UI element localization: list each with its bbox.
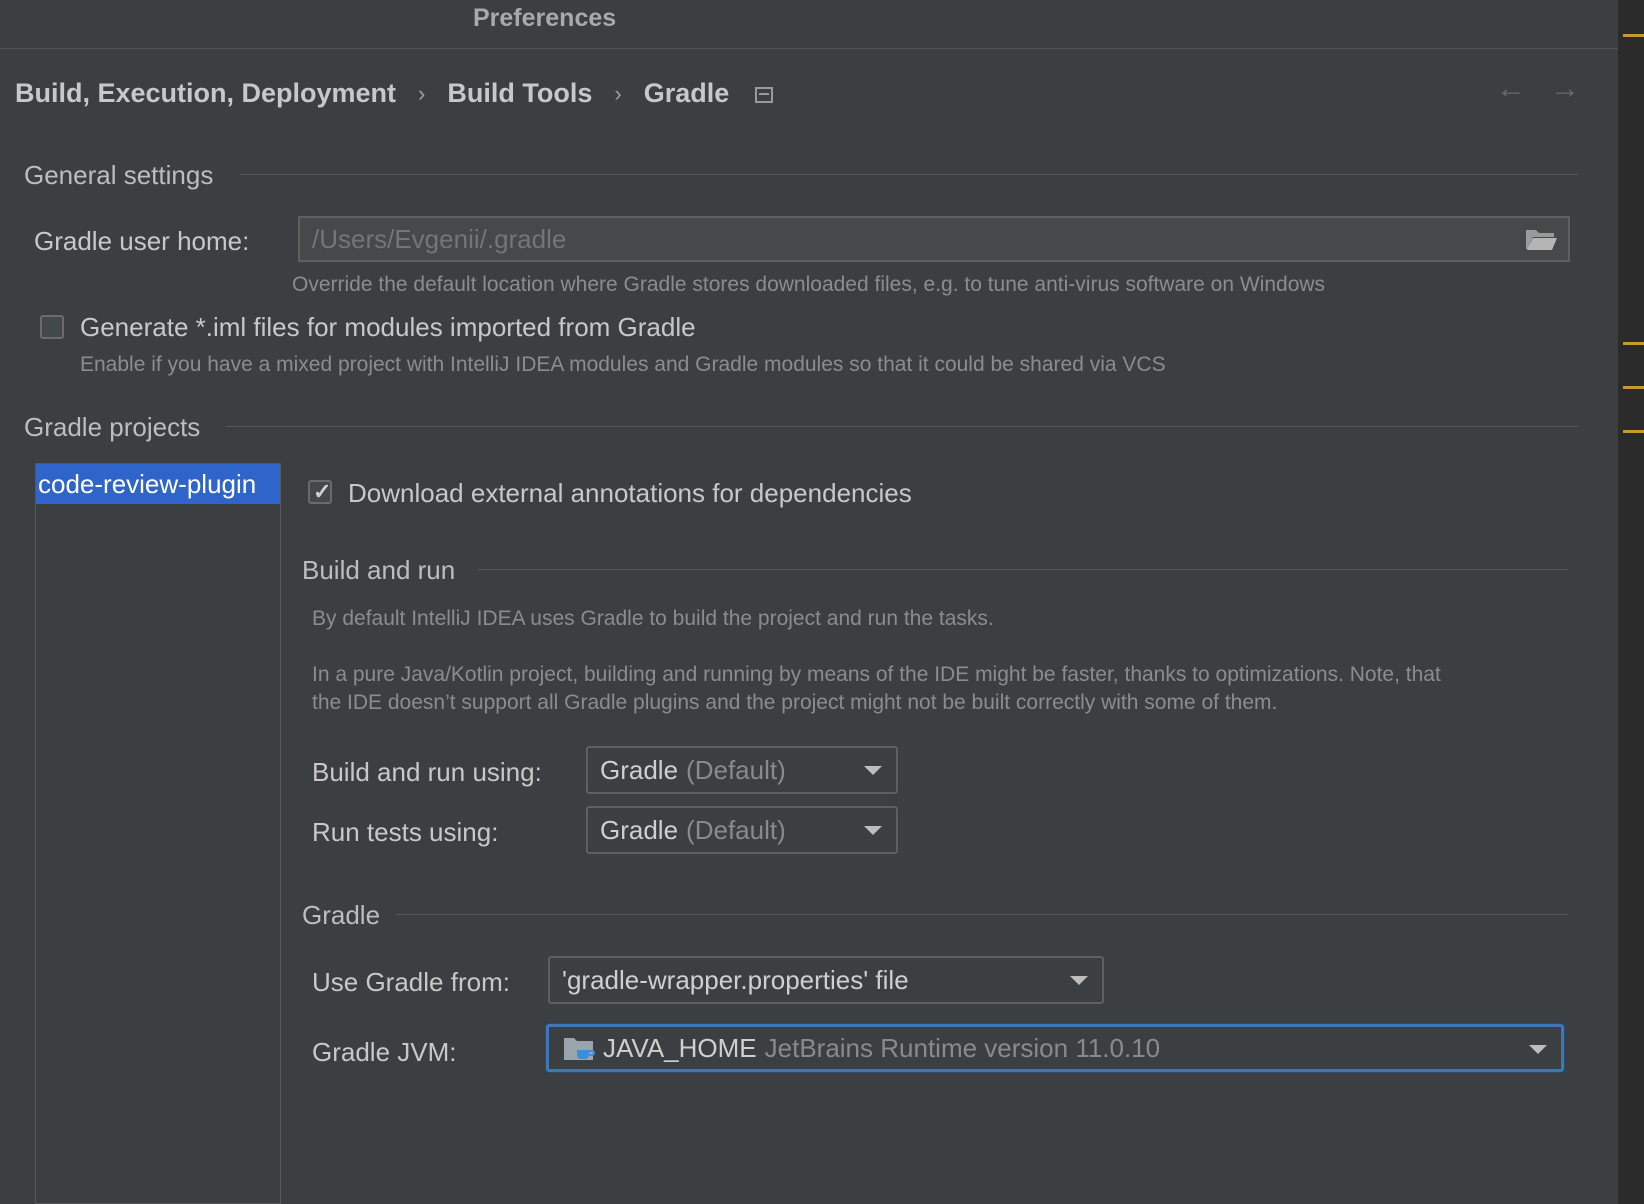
gradle-jvm-label: Gradle JVM: bbox=[312, 1037, 457, 1067]
breadcrumb-separator: › bbox=[614, 80, 622, 106]
chevron-down-icon bbox=[1529, 1045, 1547, 1054]
generate-iml-checkbox[interactable] bbox=[40, 315, 64, 339]
chevron-down-icon bbox=[1070, 976, 1088, 985]
project-item-code-review-plugin[interactable]: code-review-plugin bbox=[36, 464, 280, 504]
back-arrow-icon[interactable]: ← bbox=[1496, 72, 1526, 106]
forward-arrow-icon[interactable]: → bbox=[1550, 72, 1580, 106]
generate-iml-label[interactable]: Generate *.iml files for modules importe… bbox=[80, 312, 696, 343]
run-tests-using-select[interactable]: Gradle (Default) bbox=[586, 806, 898, 854]
download-annotations-checkbox[interactable]: ✓ bbox=[308, 479, 332, 504]
title-bar: Preferences bbox=[0, 0, 1618, 49]
build-and-run-note-line2: the IDE doesn’t support all Gradle plugi… bbox=[312, 691, 1278, 714]
gutter-marker bbox=[1623, 34, 1644, 37]
gradle-jvm-detail: JetBrains Runtime version 11.0.10 bbox=[764, 1032, 1161, 1063]
run-tests-using-default: (Default) bbox=[686, 814, 786, 845]
run-tests-using-label: Run tests using: bbox=[312, 817, 499, 847]
gradle-user-home-input[interactable] bbox=[312, 218, 1462, 260]
use-gradle-from-label: Use Gradle from: bbox=[312, 967, 510, 997]
build-and-run-using-default: (Default) bbox=[686, 754, 786, 785]
breadcrumb: Build, Execution, Deployment › Build Too… bbox=[15, 78, 774, 109]
editor-gutter-strip bbox=[1619, 0, 1644, 1204]
generate-iml-hint: Enable if you have a mixed project with … bbox=[80, 353, 1166, 376]
gradle-user-home-hint: Override the default location where Grad… bbox=[292, 273, 1326, 296]
run-tests-using-value: Gradle bbox=[600, 814, 679, 845]
gutter-marker bbox=[1623, 386, 1644, 389]
build-and-run-title: Build and run bbox=[302, 555, 456, 585]
build-and-run-using-label: Build and run using: bbox=[312, 757, 542, 787]
breadcrumb-item-build-execution-deployment[interactable]: Build, Execution, Deployment bbox=[15, 78, 396, 109]
use-gradle-from-value: 'gradle-wrapper.properties' file bbox=[562, 964, 909, 995]
gradle-jvm-select[interactable]: JAVA_HOME JetBrains Runtime version 11.0… bbox=[546, 1024, 1564, 1072]
gradle-projects-title: Gradle projects bbox=[24, 412, 201, 442]
folder-browse-icon[interactable] bbox=[1524, 227, 1558, 251]
build-and-run-description: By default IntelliJ IDEA uses Gradle to … bbox=[312, 607, 994, 630]
chevron-down-icon bbox=[864, 826, 882, 835]
section-divider bbox=[226, 426, 1578, 427]
gradle-user-home-label: Gradle user home: bbox=[34, 226, 250, 256]
gradle-jvm-value: JAVA_HOME bbox=[603, 1032, 757, 1063]
section-divider bbox=[240, 174, 1578, 175]
gradle-section-title: Gradle bbox=[302, 900, 381, 930]
chevron-down-icon bbox=[864, 766, 882, 775]
breadcrumb-item-gradle: Gradle bbox=[643, 78, 730, 108]
use-gradle-from-select[interactable]: 'gradle-wrapper.properties' file bbox=[548, 956, 1104, 1004]
breadcrumb-separator: › bbox=[418, 80, 426, 106]
build-and-run-using-select[interactable]: Gradle (Default) bbox=[586, 746, 898, 794]
section-divider bbox=[396, 914, 1568, 915]
gradle-projects-list[interactable]: code-review-plugin bbox=[35, 463, 281, 1204]
gutter-marker bbox=[1623, 430, 1644, 433]
general-settings-title: General settings bbox=[24, 160, 214, 190]
build-and-run-using-value: Gradle bbox=[600, 754, 679, 785]
section-divider bbox=[478, 569, 1568, 570]
build-and-run-note-line1: In a pure Java/Kotlin project, building … bbox=[312, 663, 1441, 686]
gutter-marker bbox=[1623, 342, 1644, 345]
project-scope-icon bbox=[755, 86, 774, 103]
download-annotations-label[interactable]: Download external annotations for depend… bbox=[348, 478, 912, 509]
preferences-dialog: Preferences Build, Execution, Deployment… bbox=[0, 0, 1619, 1204]
checkmark-icon: ✓ bbox=[313, 479, 332, 504]
gradle-user-home-field[interactable] bbox=[298, 216, 1570, 262]
window-title: Preferences bbox=[473, 4, 617, 32]
breadcrumb-item-build-tools[interactable]: Build Tools bbox=[447, 78, 592, 109]
jdk-folder-icon bbox=[564, 1038, 595, 1060]
